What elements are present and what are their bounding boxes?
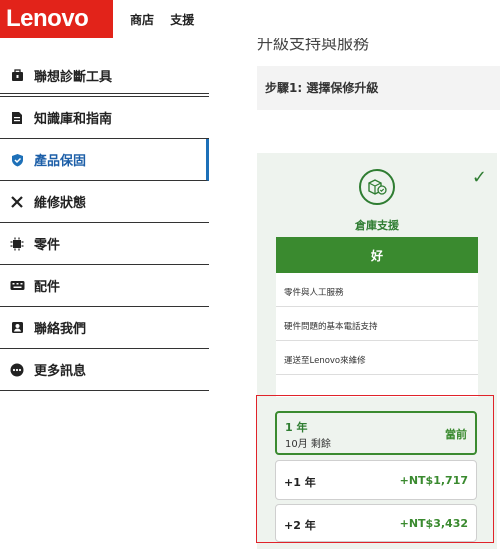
sidebar-item-contact[interactable]: 聯絡我們 [0,307,209,349]
sidebar: 聯想診斷工具 知識庫和指南 產品保固 維修狀態 零件 配件 聯絡我們 更多訊息 [0,38,209,398]
document-icon [0,111,34,125]
feature-spacer [276,375,478,397]
option-remaining: 10月 剩餘 [285,439,331,450]
chip-icon [0,237,34,251]
sidebar-item-label: 聯想診斷工具 [34,70,113,85]
shield-check-icon [0,153,34,167]
option-plus-1-year[interactable]: +1 年 +NT$1,717 [275,460,477,500]
sidebar-item-label: 聯絡我們 [34,322,87,337]
plan-features-list: 零件與人工服務 硬件問題的基本電話支持 運送至Lenovo來維修 [276,273,478,397]
lenovo-logo[interactable]: Lenovo [0,0,113,38]
sidebar-item-more[interactable]: 更多訊息 [0,349,209,391]
toolbox-icon [0,69,34,82]
nav-support-link[interactable]: 支援 [170,13,194,27]
sidebar-item-warranty[interactable]: 產品保固 [0,139,209,181]
plan-name: 倉庫支援 [355,219,399,232]
feature-item: 硬件問題的基本電話支持 [276,307,478,341]
option-price: +NT$3,432 [399,517,468,530]
sidebar-item-label: 零件 [34,238,61,253]
sidebar-item-repair-status[interactable]: 維修狀態 [0,181,209,223]
step-heading: 步驟1: 選擇保修升級 [257,66,500,110]
feature-item: 運送至Lenovo來維修 [276,341,478,375]
contact-icon [0,321,34,334]
plan-select-button[interactable]: 好 [276,237,478,273]
option-plus-2-years[interactable]: +2 年 +NT$3,432 [275,504,477,542]
sidebar-item-label: 更多訊息 [34,364,87,379]
option-price: +NT$1,717 [399,474,468,487]
sidebar-item-knowledge[interactable]: 知識庫和指南 [0,97,209,139]
sidebar-item-accessories[interactable]: 配件 [0,265,209,307]
nav-store-link[interactable]: 商店 [130,13,154,27]
sidebar-item-parts[interactable]: 零件 [0,223,209,265]
option-term: 1 年 [285,421,308,434]
option-term: +2 年 [284,519,316,532]
sidebar-item-label: 產品保固 [34,154,87,169]
sidebar-item-label: 維修狀態 [34,196,87,211]
warranty-options: 1 年 10月 剩餘 當前 +1 年 +NT$1,717 +2 年 +NT$3,… [256,395,494,543]
sidebar-item-label: 配件 [34,280,61,295]
top-header: Lenovo 商店 支援 [0,0,500,38]
option-status: 當前 [445,428,467,441]
warehouse-box-icon [359,169,395,205]
keyboard-icon [0,280,34,291]
option-term: +1 年 [284,476,316,489]
option-current-1-year[interactable]: 1 年 10月 剩餘 當前 [275,411,477,455]
wrench-screwdriver-icon [0,195,34,209]
feature-item: 零件與人工服務 [276,273,478,307]
checkmark-icon: ✓ [471,167,487,188]
top-nav: 商店 支援 [130,11,206,28]
more-icon [0,363,34,377]
sidebar-item-diagnostics[interactable]: 聯想診斷工具 [0,55,209,97]
sidebar-item-label: 知識庫和指南 [34,112,113,127]
